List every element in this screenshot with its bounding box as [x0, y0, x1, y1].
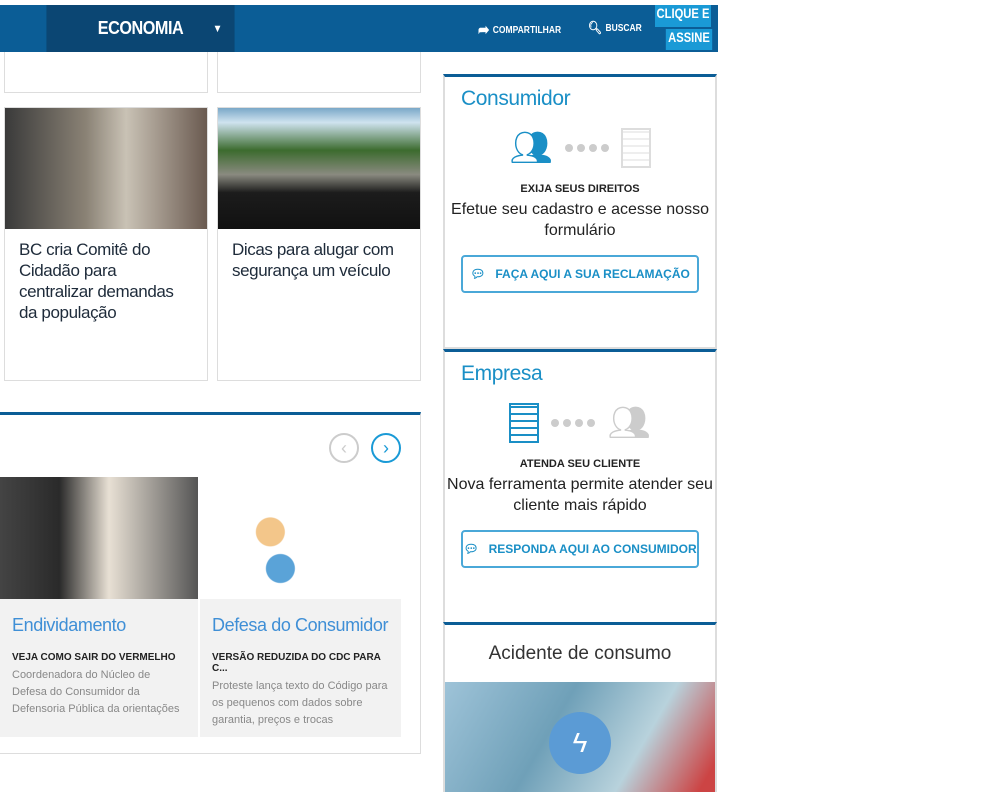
carousel: ‹ › Endividamento VEJA COMO SAIR DO VERME…: [0, 412, 421, 754]
acidente-panel[interactable]: Acidente de consumo ϟ: [443, 622, 717, 792]
item-kicker: VERSÃO REDUZIDA DO CDC PARA C...: [212, 652, 381, 674]
carousel-next-button[interactable]: ›: [371, 433, 401, 463]
item-desc: Coordenadora do Núcleo de Defesa do Cons…: [12, 669, 180, 715]
button-label: FAÇA AQUI A SUA RECLAMAÇÃO: [495, 267, 690, 281]
carousel-prev-button[interactable]: ‹: [329, 433, 359, 463]
chat-bubble-icon: 💬︎: [470, 267, 486, 281]
dots-icon: [549, 414, 597, 432]
section-label: ECONOMIA: [97, 18, 184, 38]
chat-bubbles-icon: 💬︎: [463, 542, 479, 556]
news-image: [5, 108, 207, 229]
complaint-button[interactable]: 💬︎ FAÇA AQUI A SUA RECLAMAÇÃO: [461, 255, 699, 293]
item-title: Endividamento: [12, 615, 126, 635]
panel-title: Acidente de consumo: [488, 642, 672, 664]
acidente-image: ϟ: [445, 682, 715, 792]
item-desc: Proteste lança texto do Código para os p…: [212, 680, 388, 726]
top-nav-bar: ECONOMIA ▼ ➦ COMPARTILHAR 🔍︎ BUSCAR CLIQUE …: [0, 5, 718, 52]
news-card-partial[interactable]: [4, 52, 208, 93]
news-card[interactable]: BC cria Comitê do Cidadão para centraliz…: [4, 107, 208, 381]
carousel-item[interactable]: Defesa do Consumidor VERSÃO REDUZIDA DO C…: [200, 477, 401, 737]
news-card-partial[interactable]: [217, 52, 421, 93]
lightning-icon: ϟ: [549, 712, 611, 774]
item-title: Defesa do Consumidor: [212, 615, 389, 635]
news-card[interactable]: Dicas para alugar com segurança um veícu…: [217, 107, 421, 381]
building-icon: [509, 403, 540, 443]
carousel-image: [200, 477, 401, 599]
news-image: [218, 108, 420, 229]
item-kicker: VEJA COMO SAIR DO VERMELHO: [12, 652, 176, 663]
search-icon: 🔍︎: [588, 20, 603, 35]
building-icon: [620, 128, 651, 168]
panel-kicker: EXIJA SEUS DIREITOS: [520, 183, 640, 195]
share-button[interactable]: ➦ COMPARTILHAR: [478, 20, 561, 40]
users-icon: 👥︎: [607, 404, 651, 442]
cta-line2: ASSINE: [665, 29, 713, 50]
button-label: RESPONDA AQUI AO CONSUMIDOR: [488, 542, 697, 556]
cta-line1: CLIQUE E: [655, 5, 711, 27]
carousel-image: [0, 477, 198, 599]
share-icon: ➦: [478, 22, 490, 39]
carousel-item[interactable]: Endividamento VEJA COMO SAIR DO VERMELHO C…: [0, 477, 198, 737]
share-label: COMPARTILHAR: [492, 24, 562, 36]
users-icon: 👥︎: [509, 129, 553, 167]
consumidor-panel: Consumidor 👥︎ EXIJA SEUS DIREITOS Efetue…: [443, 74, 717, 349]
dots-icon: [563, 139, 611, 157]
panel-title: Empresa: [461, 362, 543, 385]
subscribe-button[interactable]: CLIQUE E ASSINE: [648, 5, 718, 52]
section-dropdown[interactable]: ECONOMIA ▼: [46, 5, 235, 52]
panel-kicker: ATENDA SEU CLIENTE: [519, 458, 641, 470]
search-button[interactable]: 🔍︎ BUSCAR: [588, 20, 642, 36]
search-label: BUSCAR: [605, 22, 642, 34]
chevron-down-icon: ▼: [212, 22, 223, 35]
panel-desc: Nova ferramenta permite atender seu clie…: [447, 476, 713, 514]
empresa-panel: Empresa 👥︎ ATENDA SEU CLIENTE Nova ferra…: [443, 349, 717, 624]
panel-desc: Efetue seu cadastro e acesse nosso formu…: [451, 201, 709, 239]
panel-title: Consumidor: [461, 87, 571, 110]
news-title: Dicas para alugar com segurança um veícu…: [232, 240, 394, 280]
respond-button[interactable]: 💬︎ RESPONDA AQUI AO CONSUMIDOR: [461, 530, 699, 568]
news-title: BC cria Comitê do Cidadão para centraliz…: [19, 240, 174, 322]
